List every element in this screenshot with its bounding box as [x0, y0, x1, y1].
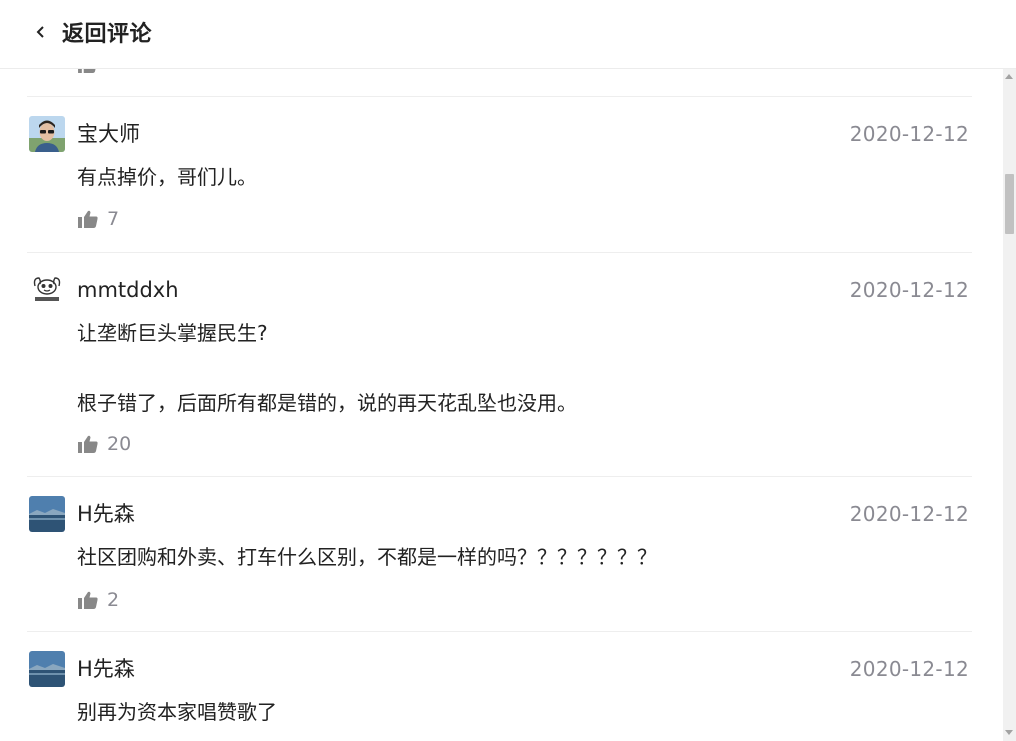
comment-date: 2020-12-12 — [849, 122, 969, 146]
thumbs-up-icon — [78, 435, 98, 453]
like-count: 7 — [107, 208, 120, 230]
avatar[interactable] — [29, 651, 65, 687]
like-button[interactable]: 20 — [78, 432, 131, 456]
thumbs-up-icon — [78, 591, 98, 609]
avatar[interactable] — [29, 116, 65, 152]
comment-date: 2020-12-12 — [849, 502, 969, 526]
comment-paragraph: 别再为资本家唱赞歌了 — [77, 700, 277, 724]
comment-username[interactable]: 宝大师 — [77, 121, 140, 147]
comment-item: mmtddxh 2020-12-12 让垄断巨头掌握民生? 根子错了，后面所有都… — [0, 253, 1003, 477]
back-title: 返回评论 — [62, 22, 153, 47]
previous-like-button[interactable] — [78, 69, 97, 75]
comment-list[interactable]: 宝大师 2020-12-12 有点掉价，哥们儿。 7 mmtddxh 2020-… — [0, 69, 1003, 741]
top-bar: 返回评论 — [0, 0, 1016, 69]
comment-item: 宝大师 2020-12-12 有点掉价，哥们儿。 7 — [0, 97, 1003, 253]
avatar[interactable] — [29, 272, 65, 308]
scroll-up-arrow-icon[interactable] — [1005, 74, 1013, 79]
comment-text: 有点掉价，哥们儿。 — [77, 164, 957, 190]
like-count: 20 — [107, 433, 132, 455]
comment-username[interactable]: H先森 — [77, 656, 135, 682]
thumbs-up-icon — [78, 210, 98, 228]
scroll-down-arrow-icon[interactable] — [1005, 730, 1013, 735]
like-button[interactable]: 7 — [78, 207, 119, 231]
comment-paragraph: 根子错了，后面所有都是错的，说的再天花乱坠也没用。 — [77, 391, 577, 415]
thumbs-up-icon — [78, 69, 96, 73]
chevron-left-icon — [36, 26, 44, 38]
comment-date: 2020-12-12 — [849, 657, 969, 681]
comment-text: 社区团购和外卖、打车什么区别，不都是一样的吗？？？？？？？ — [77, 544, 957, 570]
vertical-scrollbar[interactable] — [1003, 69, 1016, 741]
comment-text: 别再为资本家唱赞歌了 — [77, 699, 957, 725]
comment-username[interactable]: H先森 — [77, 501, 135, 527]
avatar[interactable] — [29, 496, 65, 532]
comment-username[interactable]: mmtddxh — [77, 277, 179, 303]
comment-paragraph: 社区团购和外卖、打车什么区别，不都是一样的吗？？？？？？？ — [77, 545, 657, 569]
comment-date: 2020-12-12 — [849, 278, 969, 302]
comment-paragraph: 有点掉价，哥们儿。 — [77, 165, 257, 189]
comment-text: 让垄断巨头掌握民生? 根子错了，后面所有都是错的，说的再天花乱坠也没用。 — [77, 320, 957, 416]
scrollbar-thumb[interactable] — [1005, 174, 1014, 234]
comment-item: H先森 2020-12-12 别再为资本家唱赞歌了 — [0, 632, 1003, 741]
back-button[interactable]: 返回评论 — [34, 14, 152, 50]
like-button[interactable]: 2 — [78, 588, 119, 612]
comment-paragraph: 让垄断巨头掌握民生? — [77, 321, 268, 345]
comment-item: H先森 2020-12-12 社区团购和外卖、打车什么区别，不都是一样的吗？？？… — [0, 477, 1003, 632]
like-count: 2 — [107, 589, 120, 611]
